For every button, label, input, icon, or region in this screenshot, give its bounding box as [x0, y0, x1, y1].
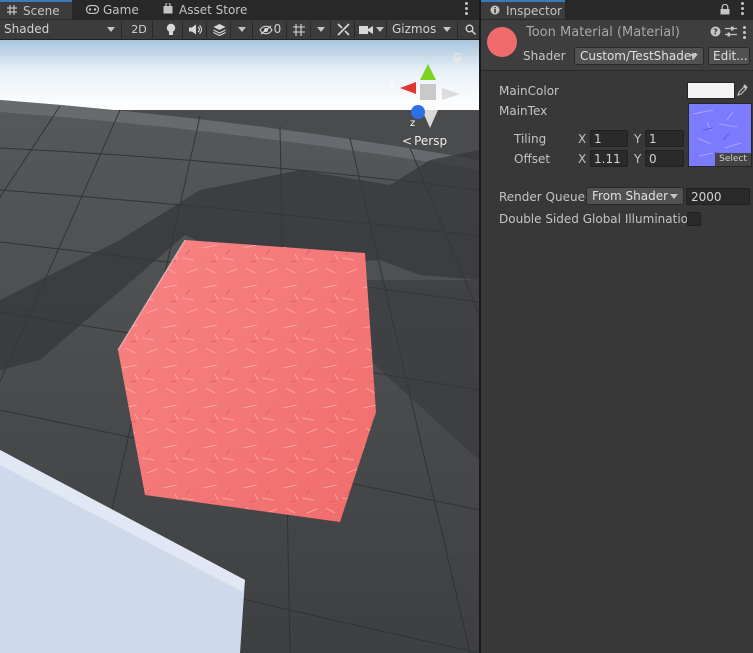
offset-x-field[interactable]: 1.11: [590, 150, 628, 167]
shading-mode-label: Shaded: [4, 22, 50, 36]
gizmos-label: Gizmos: [392, 22, 437, 36]
projection-label: Persp: [414, 134, 448, 148]
axis-y-label: y: [424, 50, 430, 60]
tiling-y-label: Y: [634, 132, 642, 146]
speaker-icon: [188, 24, 202, 35]
tab-asset-store[interactable]: Asset Store: [162, 0, 262, 20]
inspector-panel: Toon Material (Material) ? Shader Custom…: [481, 20, 753, 653]
lock-icon[interactable]: [720, 3, 730, 16]
shopping-bag-icon: [162, 1, 174, 21]
chevron-down-icon: [317, 27, 325, 32]
tiling-x-field[interactable]: 1: [590, 130, 628, 147]
effects-toggle-button[interactable]: [208, 21, 231, 38]
effects-dropdown[interactable]: [232, 21, 253, 38]
inspector-tab-bar: Inspector: [481, 0, 753, 20]
audio-toggle-button[interactable]: [184, 21, 207, 38]
render-queue-mode-dropdown[interactable]: From Shader: [586, 187, 684, 205]
grid-icon: [6, 3, 18, 21]
select-texture-button[interactable]: Select: [715, 153, 751, 166]
offset-x-label: X: [578, 152, 587, 166]
lightbulb-icon: [166, 23, 176, 35]
tab-scene-label: Scene: [23, 4, 60, 18]
render-queue-mode: From Shader: [592, 189, 669, 203]
grid-dropdown[interactable]: [312, 21, 331, 38]
material-preview-sphere: [487, 27, 517, 57]
main-color-swatch[interactable]: [687, 82, 735, 99]
camera-settings-button[interactable]: [356, 21, 387, 38]
main-tex-label: MainTex: [499, 104, 548, 118]
axis-z-label: z: [410, 118, 416, 129]
chevron-down-icon: [690, 54, 698, 59]
info-icon: [489, 3, 501, 21]
scene-tab-bar: Scene Game Asset Store: [0, 0, 479, 21]
back-arrow-icon: <: [402, 134, 413, 148]
more-options-icon[interactable]: [741, 2, 745, 16]
grid-toggle-button[interactable]: [288, 21, 311, 38]
camera-icon: [358, 25, 373, 34]
eye-slash-icon: [259, 25, 273, 34]
lock-icon[interactable]: [453, 52, 463, 63]
chevron-down-icon: [375, 27, 384, 32]
offset-label: Offset: [514, 152, 551, 166]
grid-snap-icon: [293, 23, 305, 36]
shader-dropdown[interactable]: Custom/TestShader: [574, 47, 704, 65]
chevron-down-icon: [443, 27, 451, 32]
tools-button[interactable]: [332, 21, 355, 38]
axis-gizmo[interactable]: [386, 50, 462, 140]
gamepad-icon: [85, 1, 100, 21]
axis-gizmo-graphic: [400, 64, 460, 128]
double-sided-gi-checkbox[interactable]: [687, 212, 701, 226]
projection-toggle[interactable]: < Persp: [402, 134, 447, 148]
eyedropper-icon[interactable]: [737, 83, 749, 96]
tab-game-label: Game: [103, 3, 139, 17]
chevron-down-icon: [107, 27, 115, 32]
tab-game[interactable]: Game: [85, 0, 156, 21]
more-options-icon[interactable]: [743, 26, 747, 40]
search-icon: [465, 24, 476, 35]
double-sided-gi-label: Double Sided Global Illumination: [499, 212, 696, 226]
chevron-down-icon: [238, 27, 246, 32]
shading-mode-dropdown[interactable]: Shaded: [0, 21, 122, 38]
render-queue-label: Render Queue: [499, 190, 585, 204]
gizmos-dropdown[interactable]: Gizmos: [388, 21, 458, 38]
main-color-label: MainColor: [499, 84, 559, 98]
2d-toggle-button[interactable]: 2D: [126, 21, 153, 38]
search-button[interactable]: [462, 21, 479, 38]
presets-icon[interactable]: [725, 26, 737, 38]
offset-y-field[interactable]: 0: [645, 150, 684, 167]
tools-icon: [336, 23, 350, 36]
edit-shader-button[interactable]: Edit...: [708, 47, 750, 65]
tiling-y-field[interactable]: 1: [645, 130, 684, 147]
scene-viewport[interactable]: y x z < Persp: [0, 40, 479, 653]
hidden-count: 0: [273, 22, 282, 36]
tiling-x-label: X: [578, 132, 587, 146]
render-queue-field[interactable]: 2000: [686, 188, 750, 205]
tiling-label: Tiling: [514, 132, 547, 146]
material-title: Toon Material (Material): [526, 25, 680, 40]
scene-toolbar: Shaded 2D 0 Gizmos: [0, 20, 479, 40]
more-options-icon[interactable]: [465, 2, 469, 16]
hidden-objects-toggle[interactable]: 0: [254, 21, 287, 38]
shader-label: Shader: [523, 49, 566, 63]
tab-scene[interactable]: Scene: [0, 0, 72, 19]
offset-y-label: Y: [634, 152, 642, 166]
help-icon[interactable]: ?: [710, 26, 722, 38]
tab-inspector[interactable]: Inspector: [481, 0, 565, 19]
main-tex-thumbnail[interactable]: Select: [688, 103, 752, 167]
lighting-toggle-button[interactable]: [160, 21, 183, 38]
tab-asset-store-label: Asset Store: [179, 3, 248, 17]
svg-text:?: ?: [713, 27, 718, 36]
layers-icon: [212, 23, 226, 36]
axis-x-label: x: [389, 80, 395, 91]
tab-inspector-label: Inspector: [506, 4, 562, 18]
shader-value: Custom/TestShader: [580, 49, 697, 63]
chevron-down-icon: [670, 194, 678, 199]
